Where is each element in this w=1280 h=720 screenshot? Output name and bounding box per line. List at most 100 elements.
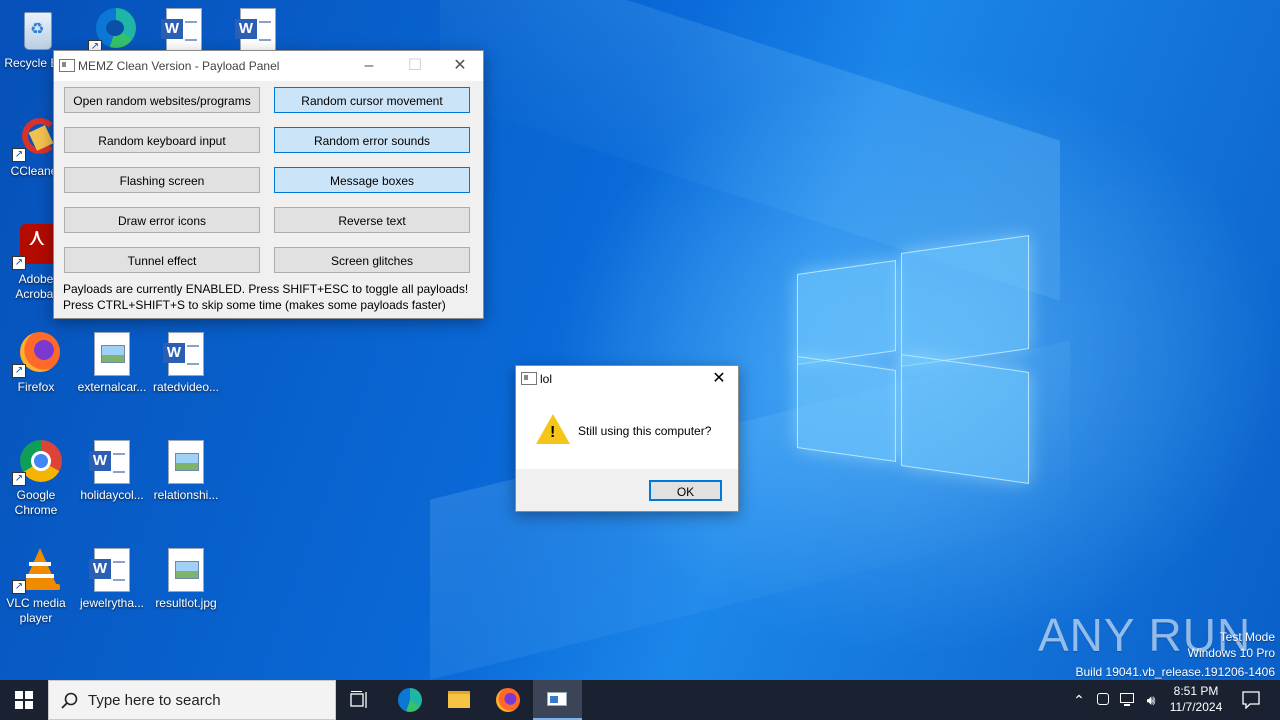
payload-button-draw-error-icons[interactable]: Draw error icons: [64, 207, 260, 233]
desktop-icon-label: holidaycol...: [80, 488, 144, 502]
shortcut-arrow-icon: ↗: [12, 580, 26, 594]
desktop-icon-word-doc[interactable]: W ratedvideo...: [148, 332, 224, 395]
desktop-icon-label: ratedvideo...: [152, 380, 220, 394]
build-label: Build 19041.vb_release.191206-1406: [1075, 665, 1276, 679]
app-window-icon: [521, 372, 537, 385]
desktop-icon-word-doc[interactable]: W holidaycol...: [74, 440, 150, 503]
desktop-icon-word-doc[interactable]: W: [146, 8, 222, 56]
message-box-title: lol: [540, 372, 553, 386]
edge-icon: [398, 688, 422, 712]
taskbar-search-box[interactable]: Type here to search: [48, 680, 336, 720]
test-mode-label: Test Mode: [1219, 630, 1275, 644]
desktop-icon-word-doc[interactable]: W jewelrytha...: [74, 548, 150, 611]
close-button[interactable]: ✕: [700, 366, 738, 392]
task-view-icon: [350, 691, 367, 708]
task-view-button[interactable]: [336, 680, 384, 720]
shortcut-arrow-icon: ↗: [12, 148, 26, 162]
taskbar-memz-button[interactable]: [533, 680, 582, 720]
desktop-icon-firefox[interactable]: ↗ Firefox: [0, 332, 74, 395]
desktop-icon-chrome[interactable]: ↗ Google Chrome: [0, 440, 74, 518]
message-box-titlebar[interactable]: lol ✕: [516, 366, 738, 392]
tray-meet-now-icon[interactable]: [1092, 680, 1114, 720]
app-window-icon: [547, 692, 567, 706]
app-window-icon: [59, 59, 75, 72]
windows-edition-label: Windows 10 Pro: [1187, 646, 1275, 660]
shortcut-arrow-icon: ↗: [12, 256, 26, 270]
payload-button-tunnel-effect[interactable]: Tunnel effect: [64, 247, 260, 273]
payload-hint-text: Press CTRL+SHIFT+S to skip some time (ma…: [63, 298, 446, 312]
vlc-icon: ↗: [12, 548, 60, 594]
word-document-icon: W: [89, 548, 134, 592]
action-center-button[interactable]: [1232, 680, 1272, 720]
firefox-icon: [496, 688, 520, 712]
payload-button-flashing-screen[interactable]: Flashing screen: [64, 167, 260, 193]
word-document-icon: W: [161, 8, 206, 52]
desktop-icon-label: jewelrytha...: [79, 596, 145, 610]
tray-volume-icon[interactable]: 🔊︎: [1140, 680, 1162, 720]
ccleaner-icon: ↗: [12, 116, 58, 162]
ok-button[interactable]: OK: [649, 480, 722, 501]
shortcut-arrow-icon: ↗: [12, 364, 26, 378]
payload-panel-titlebar[interactable]: MEMZ Clean Version - Payload Panel – ☐ ✕: [54, 51, 483, 81]
word-document-icon: W: [235, 8, 280, 52]
clock-time: 8:51 PM: [1173, 684, 1219, 698]
windows-logo-pane: [901, 354, 1029, 484]
desktop-icon-edge[interactable]: ↗: [74, 8, 150, 56]
search-placeholder: Type here to search: [88, 692, 221, 709]
taskbar-edge-button[interactable]: [386, 680, 434, 720]
word-document-icon: W: [89, 440, 134, 484]
desktop-icon-label: Firefox: [17, 380, 55, 394]
payload-button-cursor-movement[interactable]: Random cursor movement: [274, 87, 470, 113]
payload-status-text: Payloads are currently ENABLED. Press SH…: [63, 282, 469, 296]
tray-network-icon[interactable]: [1116, 680, 1138, 720]
firefox-icon: ↗: [12, 332, 60, 378]
desktop-icon-image-file[interactable]: relationshi...: [148, 440, 224, 503]
windows-logo-pane: [797, 356, 896, 462]
network-icon: [1120, 693, 1134, 703]
close-button[interactable]: ✕: [437, 51, 483, 81]
payload-panel-window: MEMZ Clean Version - Payload Panel – ☐ ✕…: [53, 50, 484, 319]
message-box-window: lol ✕ ! Still using this computer? OK: [515, 365, 739, 512]
windows-start-icon: [15, 691, 33, 709]
windows-logo-pane: [797, 260, 896, 365]
payload-button-reverse-text[interactable]: Reverse text: [274, 207, 470, 233]
device-icon: [1097, 693, 1109, 705]
taskbar-firefox-button[interactable]: [484, 680, 532, 720]
window-title: MEMZ Clean Version - Payload Panel: [78, 59, 280, 73]
maximize-button[interactable]: ☐: [392, 51, 438, 81]
start-button[interactable]: [0, 680, 48, 720]
desktop-icon-image-file[interactable]: externalcar...: [74, 332, 150, 395]
desktop-icon-label: relationshi...: [153, 488, 219, 502]
show-hidden-icons-button[interactable]: ⌃: [1068, 680, 1090, 720]
recycle-bin-icon: ♻: [14, 8, 58, 52]
minimize-button[interactable]: –: [346, 51, 392, 81]
desktop-icon-label: resultlot.jpg: [155, 596, 217, 610]
taskbar-file-explorer-button[interactable]: [435, 680, 483, 720]
warning-icon-mark: !: [550, 424, 556, 441]
acrobat-icon: ⋏ ↗: [12, 224, 60, 270]
word-document-icon: W: [163, 332, 208, 376]
payload-button-message-boxes[interactable]: Message boxes: [274, 167, 470, 193]
chevron-up-icon: ⌃: [1073, 692, 1085, 708]
image-file-icon: [90, 332, 134, 376]
desktop-icon-vlc[interactable]: ↗ VLC media player: [0, 548, 74, 626]
image-file-icon: [164, 548, 208, 592]
desktop-icon-label: VLC media player: [6, 596, 66, 625]
windows-logo-pane: [901, 235, 1029, 367]
search-icon: [61, 692, 78, 709]
payload-button-error-sounds[interactable]: Random error sounds: [274, 127, 470, 153]
desktop-icon-image-file[interactable]: resultlot.jpg: [148, 548, 224, 611]
desktop-icon-label: Google Chrome: [14, 488, 58, 517]
payload-button-open-websites[interactable]: Open random websites/programs: [64, 87, 260, 113]
clock-date: 11/7/2024: [1169, 700, 1223, 714]
message-text: Still using this computer?: [578, 424, 712, 438]
taskbar: Type here to search ⌃ 🔊︎ 8:51 PM 11/7/20…: [0, 680, 1280, 720]
taskbar-clock[interactable]: 8:51 PM 11/7/2024: [1164, 680, 1228, 720]
desktop-icon-word-doc[interactable]: W: [220, 8, 296, 56]
payload-button-screen-glitches[interactable]: Screen glitches: [274, 247, 470, 273]
image-file-icon: [164, 440, 208, 484]
notification-icon: [1242, 691, 1260, 709]
chrome-icon: ↗: [12, 440, 62, 486]
payload-button-keyboard-input[interactable]: Random keyboard input: [64, 127, 260, 153]
shortcut-arrow-icon: ↗: [12, 472, 26, 486]
